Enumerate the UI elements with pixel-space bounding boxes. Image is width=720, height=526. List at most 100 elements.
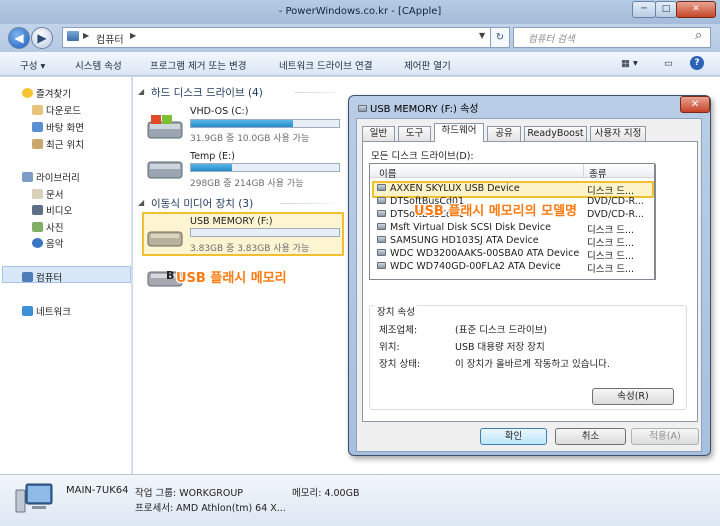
device-list-header — [370, 164, 654, 178]
close-button[interactable]: ✕ — [676, 1, 716, 18]
drive-e-name[interactable]: Temp (E:) — [190, 151, 235, 162]
drive-c-name[interactable]: VHD-OS (C:) — [190, 106, 248, 117]
breadcrumb-arrow[interactable]: ▶ — [130, 31, 136, 40]
help-button[interactable]: ? — [690, 56, 704, 70]
nav-pictures[interactable]: 사진 — [32, 220, 63, 234]
preview-pane-button[interactable]: ▭ — [664, 58, 673, 69]
device-row[interactable]: WDC WD3200AAKS-00SBA0 ATA Device 디스크 드... — [377, 248, 647, 262]
disk-drive-icon — [377, 197, 386, 204]
tab-sharing[interactable]: 공유 — [487, 126, 521, 141]
collapse-icon[interactable]: ◢ — [138, 87, 144, 96]
nav-network[interactable]: 네트워크 — [22, 304, 71, 318]
memory: 메모리: 4.00GB — [292, 488, 360, 499]
device-rows: AXXEN SKYLUX USB Device 디스크 드... DTSoftBus… — [377, 183, 647, 275]
cancel-button[interactable]: 취소 — [555, 428, 626, 445]
details-pane — [0, 474, 720, 526]
column-type[interactable]: 종류 — [589, 166, 606, 180]
desktop-icon — [32, 122, 43, 132]
breadcrumb-separator[interactable]: ▶ — [83, 31, 89, 40]
view-options-button[interactable]: ▦ ▾ — [621, 58, 638, 69]
nav-favorites[interactable]: 즐겨찾기 — [22, 86, 71, 100]
hard-drive-icon[interactable] — [145, 152, 185, 182]
drive-e-usage-fill — [191, 164, 233, 171]
search-icon[interactable]: ⌕ — [695, 28, 702, 43]
device-name: SAMSUNG HD103SJ ATA Device — [390, 235, 539, 246]
drive-e-usage-bar — [190, 163, 340, 172]
nav-desktop[interactable]: 바탕 화면 — [32, 120, 84, 134]
device-type: DVD/CD-R... — [587, 209, 644, 220]
refresh-button[interactable]: ↻ — [490, 27, 510, 48]
all-drives-label: 모든 디스크 드라이브(D): — [371, 151, 474, 162]
library-icon — [22, 172, 33, 182]
collapse-icon[interactable]: ◢ — [138, 198, 144, 207]
back-button[interactable]: ◀ — [8, 27, 30, 49]
drive-f-space: 3.83GB 중 3.83GB 사용 가능 — [190, 244, 310, 254]
nav-videos[interactable]: 비디오 — [32, 203, 72, 217]
manufacturer-label: 제조업체: — [379, 325, 418, 336]
model-annotation: USB 플래시 메모리의 모델명 — [414, 204, 578, 219]
workgroup: 작업 그룹: WORKGROUP — [135, 488, 244, 499]
computer-icon — [67, 31, 79, 41]
disk-drive-icon — [377, 249, 386, 256]
divider — [295, 92, 345, 93]
processor: 프로세서: AMD Athlon(tm) 64 X... — [135, 503, 286, 514]
minimize-button[interactable]: ─ — [632, 1, 656, 18]
address-bar[interactable] — [62, 27, 502, 48]
nav-computer[interactable]: 컴퓨터 — [22, 270, 62, 284]
device-properties-button[interactable]: 속성(R) — [592, 388, 674, 405]
device-name: Msft Virtual Disk SCSI Disk Device — [390, 222, 551, 233]
ok-button[interactable]: 확인 — [480, 428, 547, 445]
apply-button[interactable]: 적용(A) — [631, 428, 699, 445]
removable-group-header[interactable]: 이동식 미디어 장치 (3) — [151, 196, 253, 211]
window-title: - PowerWindows.co.kr - [CApple] — [278, 6, 442, 17]
maximize-button[interactable]: □ — [655, 1, 677, 18]
status-value: 이 장치가 올바르게 작동하고 있습니다. — [455, 359, 610, 370]
breadcrumb-computer[interactable]: 컴퓨터 — [96, 31, 124, 46]
hard-drive-icon[interactable] — [145, 112, 185, 142]
device-row[interactable]: AXXEN SKYLUX USB Device 디스크 드... — [377, 183, 647, 197]
disk-drive-icon — [377, 210, 386, 217]
organize-button[interactable]: 구성 ▾ — [20, 58, 45, 72]
disk-drive-icon — [377, 223, 386, 230]
divider — [280, 203, 345, 204]
drive-f-usage-bar — [190, 228, 340, 237]
star-icon — [22, 88, 33, 98]
nav-documents[interactable]: 문서 — [32, 187, 63, 201]
tab-readyboost[interactable]: ReadyBoost — [524, 126, 587, 141]
dialog-title: USB MEMORY (F:) 속성 — [358, 100, 478, 115]
recent-icon — [32, 139, 43, 149]
nav-music[interactable]: 음악 — [32, 236, 63, 250]
music-icon — [32, 238, 43, 248]
device-row[interactable]: WDC WD740GD-00FLA2 ATA Device 디스크 드... — [377, 261, 647, 275]
device-name: WDC WD3200AAKS-00SBA0 ATA Device — [390, 248, 580, 259]
drive-f-name[interactable]: USB MEMORY (F:) — [190, 216, 273, 227]
video-icon — [32, 205, 43, 215]
open-control-panel-button[interactable]: 제어판 열기 — [404, 58, 451, 72]
device-row[interactable]: Msft Virtual Disk SCSI Disk Device 디스크 드.… — [377, 222, 647, 236]
location-value: USB 대용량 저장 장치 — [455, 342, 545, 353]
nav-downloads[interactable]: 다운로드 — [32, 103, 81, 117]
nav-libraries[interactable]: 라이브러리 — [22, 170, 80, 184]
dialog-close-button[interactable]: ✕ — [680, 96, 710, 113]
location-label: 위치: — [379, 342, 400, 353]
map-network-drive-button[interactable]: 네트워크 드라이브 연결 — [279, 58, 372, 72]
status-label: 장치 상태: — [379, 359, 421, 370]
system-properties-button[interactable]: 시스템 속성 — [75, 58, 122, 72]
device-name: WDC WD740GD-00FLA2 ATA Device — [390, 261, 561, 272]
forward-button[interactable]: ▶ — [31, 27, 53, 49]
column-name[interactable]: 이름 — [379, 166, 396, 180]
usb-drive-icon[interactable] — [145, 222, 185, 252]
tab-hardware[interactable]: 하드웨어 — [434, 123, 484, 142]
hdd-group-header[interactable]: 하드 디스크 드라이브 (4) — [151, 85, 263, 100]
drive-label-b: B — [166, 269, 175, 282]
list-border — [655, 164, 656, 280]
nav-recent[interactable]: 최근 위치 — [32, 137, 84, 151]
device-type: 디스크 드... — [587, 264, 635, 275]
uninstall-program-button[interactable]: 프로그램 제거 또는 변경 — [150, 58, 246, 72]
address-dropdown-icon[interactable]: ▼ — [479, 31, 485, 40]
device-row[interactable]: SAMSUNG HD103SJ ATA Device 디스크 드... — [377, 235, 647, 249]
device-type: DVD/CD-R... — [587, 196, 644, 207]
tab-customize[interactable]: 사용자 지정 — [590, 126, 646, 141]
tab-tools[interactable]: 도구 — [398, 126, 431, 141]
tab-general[interactable]: 일반 — [362, 126, 395, 141]
